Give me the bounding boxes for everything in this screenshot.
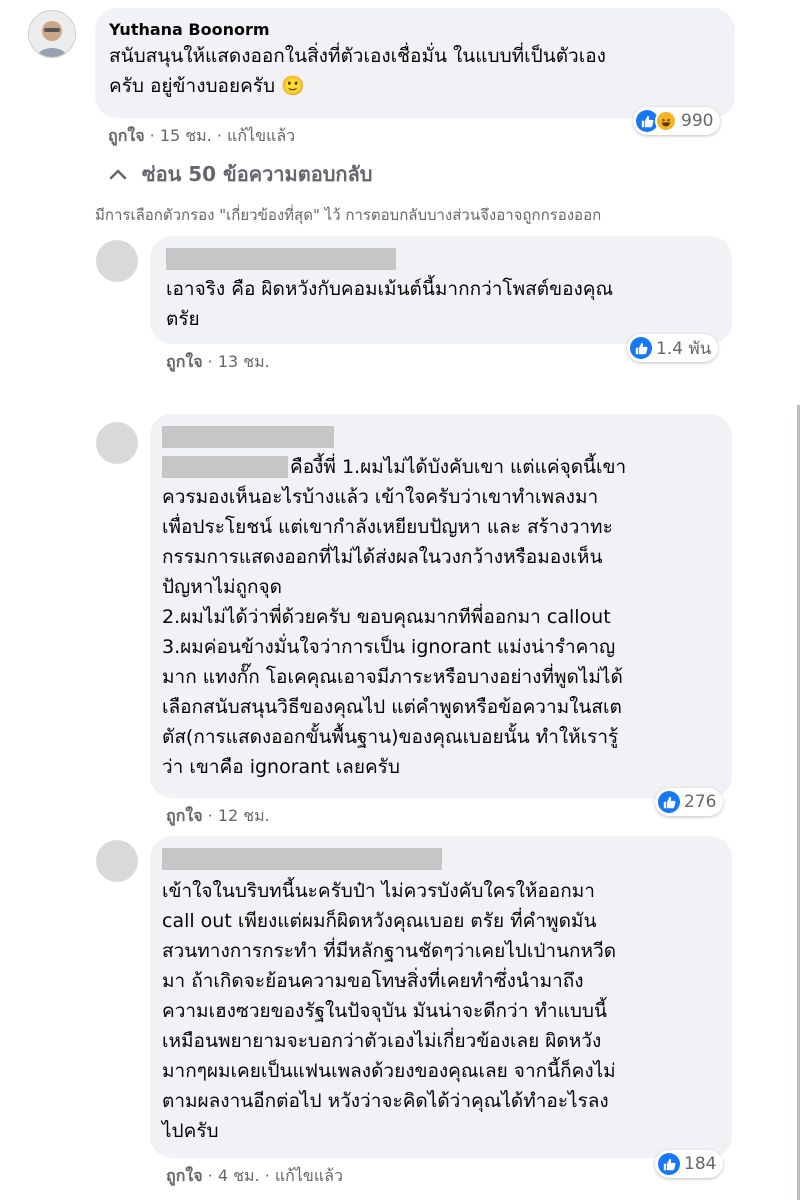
redacted-mention (162, 456, 288, 478)
reaction-summary[interactable]: 1.4 พัน (627, 334, 719, 362)
reply-bubble: เข้าใจในบริบทนี้นะครับป๋า ไม่ควรบังคับใค… (150, 836, 732, 1158)
reaction-summary[interactable]: 990 (633, 107, 721, 135)
reply-actions: ถูกใจ · 4 ชม. · แก้ไขแล้ว (166, 1164, 343, 1189)
avatar[interactable] (28, 10, 76, 58)
reply-bubble: เอาจริง คือ ผิดหวังกับคอมเม้นต์นี้มากกว่… (150, 236, 732, 344)
like-icon (658, 1153, 680, 1175)
comment-bubble: Yuthana Boonorm สนับสนุนให้แสดงออกในสิ่ง… (95, 8, 735, 118)
comment-text: สนับสนุนให้แสดงออกในสิ่งที่ตัวเองเชื่อมั… (109, 41, 721, 101)
avatar[interactable] (96, 422, 138, 464)
reaction-summary[interactable]: 276 (655, 788, 724, 816)
like-button[interactable]: ถูกใจ (166, 1166, 203, 1185)
separator-dot: · (216, 126, 228, 145)
avatar[interactable] (96, 840, 138, 882)
avatar-image (29, 11, 75, 57)
filter-note: มีการเลือกตัวกรอง "เกี่ยวข้องที่สุด" ไว้… (95, 206, 602, 224)
reply-bubble: คืองี้พี่ 1.ผมไม่ได้บังคับเขา แต่แค่จุดน… (150, 414, 732, 798)
reply-text-first-line: คืองี้พี่ 1.ผมไม่ได้บังคับเขา แต่แค่จุดน… (290, 456, 627, 478)
reaction-summary[interactable]: 184 (655, 1150, 724, 1178)
reply-text: เอาจริง คือ ผิดหวังกับคอมเม้นต์นี้มากกว่… (166, 278, 614, 330)
redacted-author-name (162, 848, 442, 870)
separator-dot: · (264, 1166, 275, 1185)
chevron-up-icon (109, 169, 127, 180)
smile-emoji-icon: 🙂 (281, 75, 305, 97)
comment-actions: ถูกใจ · 15 ชม. · แก้ไขแล้ว (108, 124, 295, 149)
avatar[interactable] (96, 240, 138, 282)
reaction-count: 990 (681, 111, 714, 131)
like-button[interactable]: ถูกใจ (166, 806, 203, 825)
timestamp[interactable]: 12 ชม. (218, 806, 270, 825)
hide-replies-button[interactable]: ซ่อน 50 ข้อความตอบกลับ (108, 158, 372, 190)
timestamp[interactable]: 15 ชม. (160, 126, 212, 145)
redacted-author-name (166, 248, 396, 270)
separator-dot: · (149, 126, 160, 145)
like-icon (630, 337, 652, 359)
reply-actions: ถูกใจ · 13 ชม. (166, 350, 270, 375)
hide-replies-label: ซ่อน 50 ข้อความตอบกลับ (142, 162, 373, 186)
timestamp[interactable]: 13 ชม. (218, 352, 270, 371)
separator-dot: · (207, 352, 218, 371)
like-button[interactable]: ถูกใจ (108, 126, 145, 145)
comment-body: สนับสนุนให้แสดงออกในสิ่งที่ตัวเองเชื่อมั… (109, 45, 606, 97)
reply-text: ควรมองเห็นอะไรบ้างแล้ว เข้าใจครับว่าเขาท… (162, 486, 623, 778)
reaction-count: 184 (684, 1154, 717, 1174)
reply-actions: ถูกใจ · 12 ชม. (166, 804, 270, 829)
comment-author[interactable]: Yuthana Boonorm (109, 20, 721, 39)
like-button[interactable]: ถูกใจ (166, 352, 203, 371)
separator-dot: · (207, 1166, 218, 1185)
reply-text: เข้าใจในบริบทนี้นะครับป๋า ไม่ควรบังคับใค… (162, 880, 617, 1142)
haha-icon (655, 110, 677, 132)
redacted-author-name (162, 426, 334, 448)
like-icon (658, 791, 680, 813)
separator-dot: · (207, 806, 218, 825)
edited-label: แก้ไขแล้ว (274, 1166, 343, 1185)
reaction-count: 276 (684, 792, 717, 812)
reaction-count: 1.4 พัน (656, 338, 712, 359)
timestamp[interactable]: 4 ชม. (218, 1166, 260, 1185)
edited-label: แก้ไขแล้ว (227, 126, 296, 145)
